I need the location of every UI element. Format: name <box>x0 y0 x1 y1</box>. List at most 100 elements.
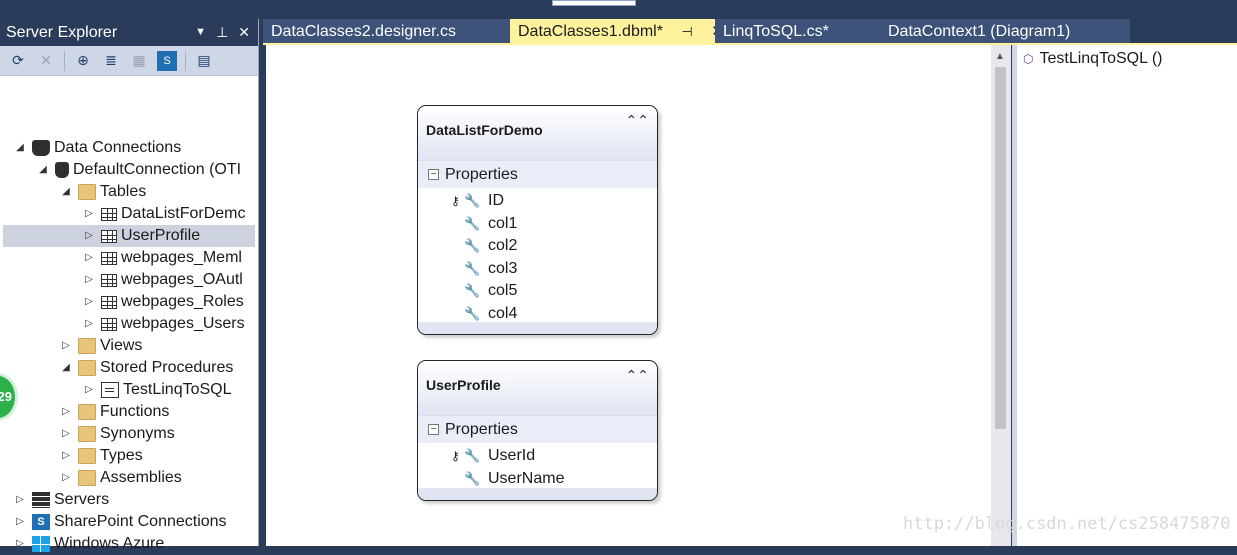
stop-icon[interactable]: ✕ <box>36 51 56 71</box>
collapsed-arrow-icon[interactable]: ▷ <box>60 467 72 489</box>
entity-property[interactable]: ⚷ 🔧 ID <box>418 190 657 213</box>
azure-icon[interactable]: S <box>157 50 177 71</box>
expanded-arrow-icon[interactable]: ◢ <box>60 181 72 203</box>
sharepoint-icon: S <box>32 514 50 530</box>
collapsed-arrow-icon[interactable]: ▷ <box>83 247 95 269</box>
collapsed-arrow-icon[interactable]: ▷ <box>14 533 26 555</box>
windows-azure-icon <box>32 536 50 552</box>
collapse-chevron-icon[interactable]: ⌃⌃ <box>626 367 649 384</box>
collapse-chevron-icon[interactable]: ⌃⌃ <box>626 112 649 129</box>
tree-node-views[interactable]: ▷ Views <box>60 335 142 357</box>
entity-property[interactable]: 🔧 col2 <box>418 235 657 258</box>
tree-node-label: Stored Procedures <box>100 359 234 376</box>
refresh-icon[interactable]: ⟳ <box>8 51 28 71</box>
connect-server-icon[interactable]: ≣ <box>101 51 121 71</box>
tree-node-stored-procedures[interactable]: ◢ Stored Procedures <box>60 357 233 379</box>
panel-dropdown-icon[interactable]: ▼ <box>195 19 206 46</box>
tab-label: DataClasses2.designer.cs <box>271 23 456 40</box>
tree-node-servers[interactable]: ▷ Servers <box>14 489 109 511</box>
entity-property[interactable]: 🔧 col5 <box>418 280 657 303</box>
dbml-designer-canvas[interactable]: DataListForDemo ⌃⌃ − Properties ⚷ 🔧 ID 🔧 co… <box>266 45 991 546</box>
collapsed-arrow-icon[interactable]: ▷ <box>14 489 26 511</box>
toolbar-separator <box>185 50 186 71</box>
collapsed-arrow-icon[interactable]: ▷ <box>83 291 95 313</box>
tree-node-table[interactable]: ▷ webpages_Roles <box>83 291 244 313</box>
close-icon[interactable]: ✕ <box>238 19 250 46</box>
collapsed-arrow-icon[interactable]: ▷ <box>83 269 95 291</box>
properties-icon[interactable]: ▤ <box>194 51 214 71</box>
connect-db-icon[interactable]: ⊕ <box>73 51 93 71</box>
entity-property[interactable]: 🔧 col1 <box>418 213 657 236</box>
collapse-section-icon[interactable]: − <box>428 169 439 180</box>
tree-node-label: Functions <box>100 403 170 420</box>
entity-name: DataListForDemo <box>426 122 543 138</box>
collapsed-arrow-icon[interactable]: ▷ <box>83 379 95 401</box>
method-item[interactable]: ⬡ TestLinqToSQL () <box>1023 50 1163 68</box>
entity-header[interactable]: DataListForDemo ⌃⌃ <box>418 106 657 160</box>
tree-node-label: webpages_Meml <box>121 249 242 266</box>
section-label: Properties <box>445 165 518 183</box>
tree-node-default-connection[interactable]: ◢ DefaultConnection (OTI <box>37 159 241 181</box>
tree-node-label: UserProfile <box>121 227 201 244</box>
tree-node-tables[interactable]: ◢ Tables <box>60 181 146 203</box>
tree-node-table[interactable]: ▷ webpages_OAutl <box>83 269 243 291</box>
collapsed-arrow-icon[interactable]: ▷ <box>83 313 95 335</box>
tree-node-table[interactable]: ▷ DataListForDemc <box>83 203 245 225</box>
entity-property[interactable]: ⚷ 🔧 UserId <box>418 445 657 468</box>
tree-node-types[interactable]: ▷ Types <box>60 445 143 467</box>
tree-node-data-connections[interactable]: ◢ Data Connections <box>14 137 181 159</box>
properties-section-header[interactable]: − Properties <box>418 160 657 188</box>
properties-section-header[interactable]: − Properties <box>418 415 657 443</box>
expanded-arrow-icon[interactable]: ◢ <box>37 159 49 181</box>
wrench-icon: 🔧 <box>464 238 481 253</box>
entity-property[interactable]: 🔧 col3 <box>418 258 657 281</box>
entity-header[interactable]: UserProfile ⌃⌃ <box>418 361 657 415</box>
table-icon <box>101 207 117 221</box>
tree-node-stored-procedure[interactable]: ▷ TestLinqToSQL <box>83 379 232 401</box>
tab-datacontext1-diagram[interactable]: DataContext1 (Diagram1) <box>880 19 1130 44</box>
entity-property[interactable]: 🔧 UserName <box>418 468 657 491</box>
expanded-arrow-icon[interactable]: ◢ <box>60 357 72 379</box>
server-explorer-panel: Server Explorer ▼ ⊥ ✕ ⟳ ✕ ⊕ ≣ ▦ S ▤ ◢ Da… <box>0 19 259 552</box>
pin-icon[interactable]: ⊥ <box>216 19 228 46</box>
sharepoint-connect-icon[interactable]: ▦ <box>129 51 149 71</box>
collapsed-arrow-icon[interactable]: ▷ <box>60 401 72 423</box>
tree-node-functions[interactable]: ▷ Functions <box>60 401 169 423</box>
tree-node-sharepoint[interactable]: ▷ S SharePoint Connections <box>14 511 227 533</box>
collapsed-arrow-icon[interactable]: ▷ <box>60 423 72 445</box>
folder-icon <box>78 338 96 354</box>
tree-node-label: Data Connections <box>54 139 182 156</box>
folder-icon <box>78 448 96 464</box>
tab-dataclasses2-designer[interactable]: DataClasses2.designer.cs <box>263 19 510 44</box>
property-list: ⚷ 🔧 ID 🔧 col1 🔧 col2 🔧 col3 🔧 col5 🔧 col4 <box>418 188 657 325</box>
data-connections-icon <box>32 140 50 156</box>
expanded-arrow-icon[interactable]: ◢ <box>14 137 26 159</box>
tree-node-table-selected[interactable]: ▷ UserProfile <box>83 225 200 247</box>
tree-node-table[interactable]: ▷ webpages_Users <box>83 313 245 335</box>
scroll-up-arrow-icon[interactable]: ▲ <box>995 51 1005 62</box>
tree-node-windows-azure[interactable]: ▷ Windows Azure <box>14 533 164 555</box>
collapsed-arrow-icon[interactable]: ▷ <box>14 511 26 533</box>
tree-node-synonyms[interactable]: ▷ Synonyms <box>60 423 175 445</box>
collapsed-arrow-icon[interactable]: ▷ <box>83 203 95 225</box>
collapsed-arrow-icon[interactable]: ▷ <box>83 225 95 247</box>
collapse-section-icon[interactable]: − <box>428 424 439 435</box>
document-tabs: DataClasses2.designer.cs DataClasses1.db… <box>263 19 1237 44</box>
tab-dataclasses1-dbml[interactable]: DataClasses1.dbml* ⊣ ✕ <box>510 19 724 44</box>
designer-vertical-scrollbar[interactable]: ▲ <box>991 45 1011 546</box>
entity-datalistfordemo[interactable]: DataListForDemo ⌃⌃ − Properties ⚷ 🔧 ID 🔧 co… <box>417 105 658 335</box>
table-icon <box>101 295 117 309</box>
tab-linqtosql-cs[interactable]: LinqToSQL.cs* <box>715 19 880 44</box>
folder-icon <box>78 360 96 376</box>
pin-tab-icon[interactable]: ⊣ <box>681 24 692 39</box>
method-icon: ⬡ <box>1023 52 1034 66</box>
collapsed-arrow-icon[interactable]: ▷ <box>60 335 72 357</box>
top-toolbar-field[interactable] <box>552 0 636 6</box>
collapsed-arrow-icon[interactable]: ▷ <box>60 445 72 467</box>
tree-node-assemblies[interactable]: ▷ Assemblies <box>60 467 182 489</box>
tree-node-table[interactable]: ▷ webpages_Meml <box>83 247 242 269</box>
tree-node-label: webpages_Users <box>121 315 245 332</box>
primary-key-icon: ⚷ <box>451 449 460 463</box>
entity-userprofile[interactable]: UserProfile ⌃⌃ − Properties ⚷ 🔧 UserId 🔧 Us… <box>417 360 658 501</box>
scrollbar-thumb[interactable] <box>995 67 1006 429</box>
